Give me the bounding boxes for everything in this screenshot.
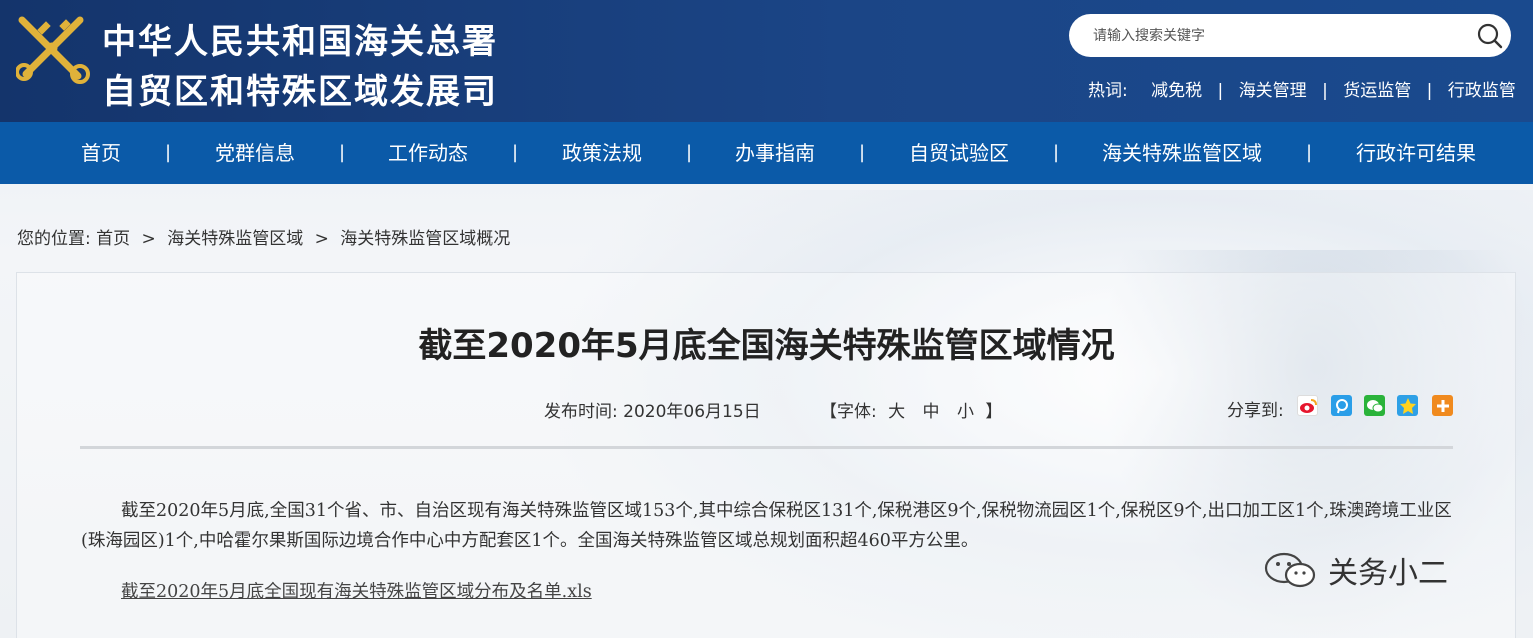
- nav-item-guide[interactable]: 办事指南: [735, 122, 815, 184]
- font-size-control: 【字体: 大 中 小 】: [820, 397, 1002, 422]
- site-title-line1: 中华人民共和国海关总署: [102, 22, 498, 62]
- hotword-link[interactable]: 海关管理: [1239, 76, 1307, 101]
- wechat-account-name: 关务小二: [1328, 556, 1448, 591]
- breadcrumb-arrow: >: [314, 229, 329, 249]
- publish-label: 发布时间:: [544, 402, 618, 422]
- main-nav: 首页 | 党群信息 | 工作动态 | 政策法规 | 办事指南 | 自贸试验区 |…: [0, 122, 1533, 184]
- font-size-medium[interactable]: 中: [923, 402, 940, 422]
- font-size-label: 【字体:: [820, 402, 877, 422]
- nav-separator: |: [512, 142, 519, 163]
- wechat-watermark: 关务小二: [1262, 548, 1448, 592]
- hotword-separator: |: [1426, 81, 1433, 101]
- divider: [80, 446, 1453, 449]
- nav-item-policy[interactable]: 政策法规: [562, 122, 642, 184]
- hotwords-label: 热词:: [1088, 81, 1128, 101]
- font-size-small[interactable]: 小: [957, 402, 974, 422]
- nav-item-work[interactable]: 工作动态: [388, 122, 468, 184]
- nav-item-ftz[interactable]: 自贸试验区: [909, 122, 1009, 184]
- font-size-large[interactable]: 大: [888, 402, 905, 422]
- nav-separator: |: [165, 142, 172, 163]
- nav-item-special-zones[interactable]: 海关特殊监管区域: [1102, 122, 1262, 184]
- breadcrumb-overview[interactable]: 海关特殊监管区域概况: [340, 229, 510, 249]
- article-body: 截至2020年5月底,全国31个省、市、自治区现有海关特殊监管区域153个,其中…: [81, 501, 1452, 551]
- nav-separator: |: [686, 142, 693, 163]
- qzone-icon[interactable]: [1397, 395, 1418, 416]
- nav-separator: |: [339, 142, 346, 163]
- tencent-weibo-icon[interactable]: [1331, 395, 1352, 416]
- search-box: [1069, 14, 1511, 57]
- breadcrumb-label: 您的位置:: [17, 229, 91, 249]
- search-input[interactable]: [1093, 25, 1453, 47]
- publish-info: 发布时间: 2020年06月15日: [544, 397, 761, 422]
- hotwords-bar: 热词: 减免税 | 海关管理 | 货运监管 | 行政监管: [1088, 76, 1516, 101]
- customs-emblem-icon: [16, 16, 90, 84]
- nav-item-party[interactable]: 党群信息: [215, 122, 295, 184]
- nav-separator: |: [1306, 142, 1313, 163]
- share-label: 分享到:: [1227, 401, 1284, 421]
- hotword-link[interactable]: 减免税: [1151, 76, 1202, 101]
- search-icon[interactable]: [1475, 21, 1505, 51]
- hotword-link[interactable]: 货运监管: [1343, 76, 1411, 101]
- site-header: 中华人民共和国海关总署 自贸区和特殊区域发展司 热词: 减免税 | 海关管理 |…: [0, 0, 1533, 122]
- font-size-close: 】: [985, 402, 1003, 422]
- hotword-link[interactable]: 行政监管: [1448, 76, 1516, 101]
- site-title-line2: 自贸区和特殊区域发展司: [102, 72, 498, 112]
- hotword-separator: |: [1217, 81, 1224, 101]
- breadcrumb: 您的位置: 首页 > 海关特殊监管区域 > 海关特殊监管区域概况: [17, 224, 510, 249]
- weibo-icon[interactable]: [1297, 395, 1318, 416]
- nav-separator: |: [1053, 142, 1060, 163]
- nav-separator: |: [859, 142, 866, 163]
- publish-date: 2020年06月15日: [623, 402, 761, 422]
- breadcrumb-special-zones[interactable]: 海关特殊监管区域: [167, 229, 303, 249]
- attachment-link[interactable]: 截至2020年5月底全国现有海关特殊监管区域分布及名单.xls: [121, 578, 592, 603]
- breadcrumb-home[interactable]: 首页: [96, 229, 130, 249]
- hotword-separator: |: [1322, 81, 1328, 101]
- nav-item-license[interactable]: 行政许可结果: [1356, 122, 1476, 184]
- breadcrumb-arrow: >: [141, 229, 156, 249]
- wechat-icon[interactable]: [1364, 395, 1385, 416]
- more-icon[interactable]: [1432, 395, 1453, 416]
- article-title: 截至2020年5月底全国海关特殊监管区域情况: [418, 326, 1115, 366]
- nav-item-home[interactable]: 首页: [81, 122, 121, 184]
- wechat-logo-icon: [1264, 552, 1316, 588]
